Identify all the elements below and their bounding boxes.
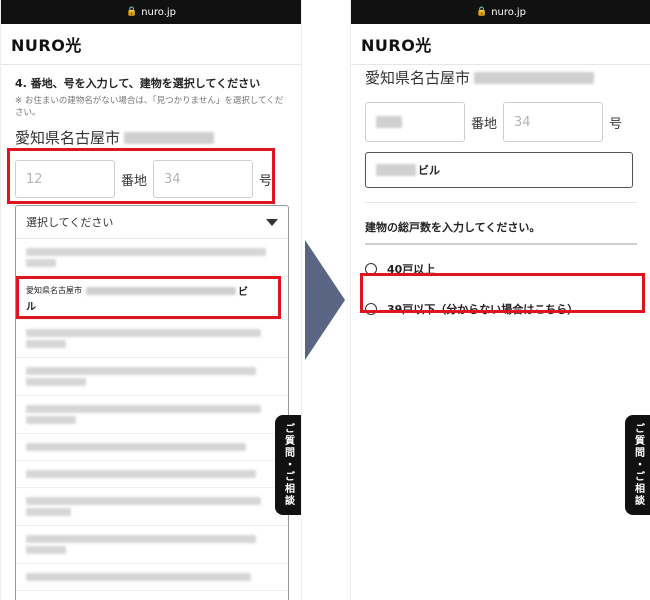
list-item[interactable] — [16, 488, 288, 526]
select-header[interactable]: 選択してください — [16, 206, 288, 239]
url-text: nuro.jp — [491, 6, 527, 18]
nuro-logo[interactable]: NURO光 — [361, 32, 432, 56]
lock-icon: 🔒 — [475, 7, 488, 17]
prefecture-label: 愛知県名古屋市 — [15, 129, 121, 147]
highlight-selected-building — [16, 276, 281, 319]
list-item[interactable] — [16, 564, 288, 591]
go-input[interactable]: 34 — [503, 102, 604, 142]
step-note: ※ お住まいの建物名がない場合は、「見つかりません」を選択してください。 — [15, 96, 284, 118]
help-chat-button[interactable]: ご質問・ご相談 — [275, 415, 301, 515]
banchi-input[interactable] — [365, 102, 465, 142]
right-phone-screen: 🔒 nuro.jp NURO光 愛知県名古屋市 番地 34 号 ビル 建物の総戸… — [350, 0, 650, 600]
divider — [365, 202, 637, 203]
nuro-logo[interactable]: NURO光 — [11, 32, 82, 56]
list-item[interactable] — [16, 358, 288, 396]
url-bar[interactable]: 🔒 nuro.jp — [1, 0, 301, 24]
left-phone-screen: 🔒 nuro.jp NURO光 4. 番地、号を入力して、建物を選択してください… — [0, 0, 302, 600]
highlight-39-option — [360, 273, 645, 313]
list-item[interactable] — [16, 239, 288, 277]
list-item[interactable] — [16, 461, 288, 488]
blurred-address — [124, 131, 215, 144]
url-text: nuro.jp — [141, 6, 177, 18]
prefecture-text: 愛知県名古屋市 — [15, 127, 287, 148]
highlight-address-inputs — [7, 148, 275, 204]
site-header: NURO光 — [351, 24, 650, 65]
site-header: NURO光 — [1, 24, 301, 65]
next-step-arrow — [305, 240, 345, 360]
question-text: 建物の総戸数を入力してください。 — [365, 219, 637, 245]
caret-down-icon — [266, 218, 278, 226]
banchi-label: 番地 — [471, 116, 498, 132]
building-suffix: ビル — [418, 164, 440, 177]
url-bar[interactable]: 🔒 nuro.jp — [351, 0, 650, 24]
go-placeholder: 34 — [514, 114, 531, 130]
help-chat-button[interactable]: ご質問・ご相談 — [625, 415, 650, 515]
lock-icon: 🔒 — [125, 7, 138, 17]
prefecture-text: 愛知県名古屋市 — [365, 67, 637, 88]
go-label: 号 — [609, 116, 623, 132]
prefecture-label: 愛知県名古屋市 — [365, 69, 471, 87]
list-item[interactable] — [16, 526, 288, 564]
step-title: 4. 番地、号を入力して、建物を選択してください — [15, 77, 261, 90]
building-select-list[interactable]: 選択してください 愛知県名古屋市ビ ル — [15, 205, 289, 600]
list-item[interactable] — [16, 396, 288, 434]
list-item[interactable] — [16, 320, 288, 358]
select-placeholder: 選択してください — [26, 216, 114, 229]
building-field[interactable]: ビル — [365, 152, 633, 188]
list-item[interactable] — [16, 434, 288, 461]
blurred-address — [474, 71, 595, 84]
